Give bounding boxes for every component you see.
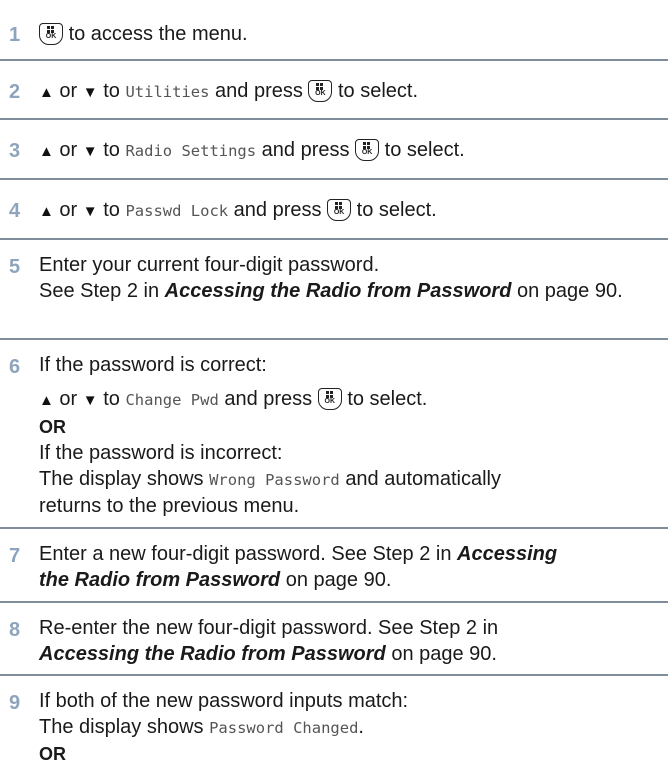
page-reference: on page 90. bbox=[391, 643, 497, 665]
select-text: to select. bbox=[356, 199, 437, 221]
to-text: to bbox=[103, 80, 120, 102]
press-text: and press bbox=[215, 80, 303, 102]
step-9: 9 If both of the new password inputs mat… bbox=[0, 676, 668, 776]
display-line: The display shows Wrong Password and aut… bbox=[39, 466, 668, 493]
up-arrow-icon: ▲ bbox=[39, 84, 54, 101]
step-number: 7 bbox=[9, 545, 21, 567]
display-value: Password Changed bbox=[209, 719, 359, 737]
step-5: 5 Enter your current four-digit password… bbox=[0, 240, 668, 340]
cross-reference: the Radio from Password on page 90. bbox=[39, 567, 668, 593]
period-text: . bbox=[358, 716, 364, 738]
step-number: 3 bbox=[9, 140, 21, 162]
step-number: 6 bbox=[9, 356, 21, 378]
step-6: 6 If the password is correct: ▲ or ▼ to … bbox=[0, 340, 668, 529]
step-text: Enter a new four-digit password. See Ste… bbox=[39, 541, 668, 567]
display-shows-text: The display shows bbox=[39, 468, 204, 490]
step-text: and automatically bbox=[345, 468, 501, 490]
ok-menu-button-icon: OK bbox=[317, 388, 342, 410]
step-3: 3 ▲ or ▼ to Radio Settings and press OK … bbox=[0, 120, 668, 180]
to-text: to bbox=[103, 139, 120, 161]
step-number: 4 bbox=[9, 200, 21, 222]
press-text: and press bbox=[261, 139, 350, 161]
step-number: 1 bbox=[9, 24, 21, 46]
to-text: to bbox=[103, 388, 120, 410]
step-text: to access the menu. bbox=[68, 23, 248, 45]
down-arrow-icon: ▼ bbox=[82, 392, 98, 409]
step-text: returns to the previous menu. bbox=[39, 495, 300, 517]
reference-title: Accessing the Radio from Password bbox=[164, 280, 512, 302]
or-label: OR bbox=[39, 744, 66, 764]
display-shows-text: The display shows bbox=[39, 716, 204, 738]
instruction-line: ▲ or ▼ to Change Pwd and press OK to sel… bbox=[39, 386, 668, 414]
or-text: or bbox=[59, 139, 78, 161]
to-text: to bbox=[103, 199, 120, 221]
step-number: 2 bbox=[9, 81, 21, 103]
up-arrow-icon: ▲ bbox=[39, 392, 54, 409]
up-arrow-icon: ▲ bbox=[39, 143, 54, 160]
menu-item-name: Change Pwd bbox=[125, 391, 219, 409]
step-4: 4 ▲ or ▼ to Passwd Lock and press OK to … bbox=[0, 180, 668, 240]
step-text: If both of the new password inputs match… bbox=[39, 690, 409, 712]
procedure-steps: 1 OK to access the menu. 2 ▲ or ▼ to Uti… bbox=[0, 0, 668, 776]
cross-reference: Accessing the Radio from Password on pag… bbox=[39, 641, 668, 667]
ok-menu-button-icon: OK bbox=[308, 80, 333, 102]
step-7: 7 Enter a new four-digit password. See S… bbox=[0, 529, 668, 603]
up-arrow-icon: ▲ bbox=[39, 203, 54, 220]
down-arrow-icon: ▼ bbox=[82, 143, 98, 160]
step-number: 9 bbox=[9, 692, 21, 714]
step-2: 2 ▲ or ▼ to Utilities and press OK to se… bbox=[0, 61, 668, 120]
reference-title: Accessing the Radio from Password bbox=[39, 643, 386, 665]
ok-menu-button-icon: OK bbox=[39, 23, 63, 45]
page-reference: on page 90. bbox=[516, 280, 623, 302]
cross-reference: See Step 2 in Accessing the Radio from P… bbox=[39, 278, 668, 304]
page-reference: on page 90. bbox=[285, 569, 392, 591]
reference-title: Accessing bbox=[457, 543, 558, 565]
step-text: Enter a new four-digit password. See Ste… bbox=[39, 543, 452, 565]
select-text: to select. bbox=[347, 388, 428, 410]
menu-item-name: Passwd Lock bbox=[125, 202, 229, 220]
step-text: If the password is correct: bbox=[39, 354, 267, 376]
step-number: 8 bbox=[9, 619, 21, 641]
step-text: Re-enter the new four-digit password. Se… bbox=[39, 617, 499, 639]
or-text: or bbox=[59, 388, 78, 410]
or-label: OR bbox=[39, 417, 66, 437]
down-arrow-icon: ▼ bbox=[82, 84, 98, 101]
select-text: to select. bbox=[384, 139, 465, 161]
select-text: to select. bbox=[337, 80, 419, 102]
ok-menu-button-icon: OK bbox=[327, 199, 352, 221]
reference-title: the Radio from Password bbox=[39, 569, 281, 591]
see-text: See Step 2 in bbox=[39, 280, 160, 302]
ok-menu-button-icon: OK bbox=[355, 139, 380, 161]
display-value: Wrong Password bbox=[209, 471, 340, 489]
step-1: 1 OK to access the menu. bbox=[0, 0, 668, 61]
or-text: or bbox=[59, 199, 78, 221]
display-line: The display shows Password Changed. bbox=[39, 714, 668, 741]
step-text: Enter your current four-digit password. bbox=[39, 254, 380, 276]
step-text: If the password is incorrect: bbox=[39, 442, 283, 464]
step-number: 5 bbox=[9, 256, 21, 278]
menu-item-name: Utilities bbox=[125, 83, 210, 101]
step-8: 8 Re-enter the new four-digit password. … bbox=[0, 603, 668, 676]
press-text: and press bbox=[233, 199, 322, 221]
or-text: or bbox=[59, 80, 78, 102]
menu-item-name: Radio Settings bbox=[125, 142, 257, 160]
down-arrow-icon: ▼ bbox=[82, 203, 98, 220]
press-text: and press bbox=[224, 388, 313, 410]
